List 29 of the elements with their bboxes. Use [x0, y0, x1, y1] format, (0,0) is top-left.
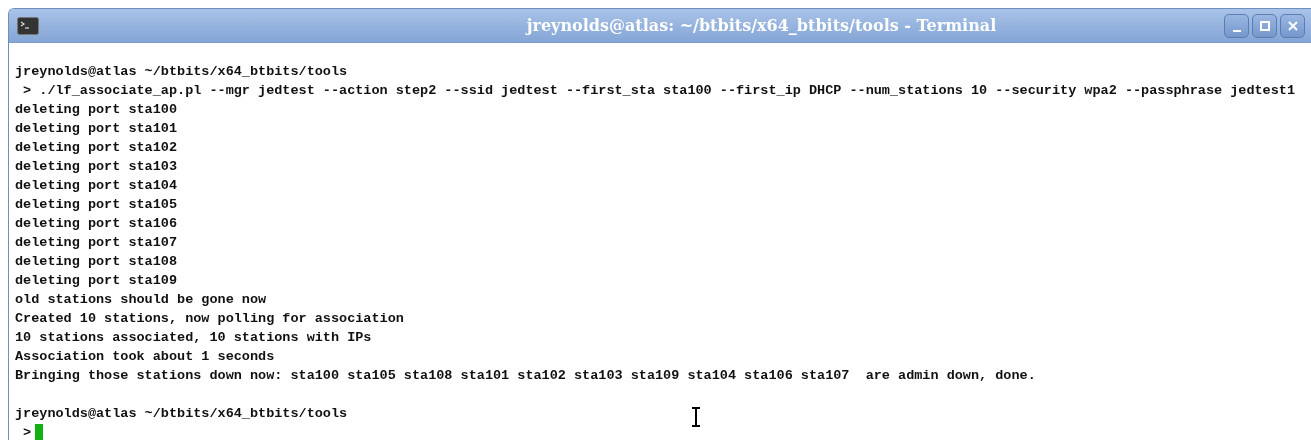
- close-icon: [1286, 19, 1299, 32]
- window-title: jreynolds@atlas: ~/btbits/x64_btbits/tools - Terminal: [524, 16, 998, 35]
- terminal-line: 10 stations associated, 10 stations with IPs: [15, 329, 372, 347]
- ibeam-pointer-icon: [691, 407, 701, 427]
- text-cursor: [35, 424, 44, 440]
- terminal-line: deleting port sta106: [15, 215, 178, 233]
- terminal-line: Bringing those stations down now: sta100 sta105 sta108 sta101 sta102 sta103 sta109 sta104 sta106 sta107 are admin down, done.: [15, 367, 1036, 385]
- terminal-icon: [17, 16, 39, 35]
- terminal-line: > ./lf_associate_ap.pl --mgr jedtest --action step2 --ssid jedtest --first_sta sta100 --first_ip DHCP --num_stations 10 --security wpa2 --passphrase jedtest1: [22, 82, 1295, 100]
- terminal-line: Association took about 1 seconds: [15, 348, 275, 366]
- terminal-line: deleting port sta108: [15, 253, 178, 271]
- terminal-line: deleting port sta103: [15, 158, 178, 176]
- maximize-button[interactable]: [1252, 13, 1277, 38]
- terminal-line: deleting port sta105: [15, 196, 178, 214]
- terminal-line: deleting port sta101: [15, 120, 178, 138]
- terminal-line: old stations should be gone now: [15, 291, 267, 309]
- terminal-line: deleting port sta102: [15, 139, 178, 157]
- terminal-line: deleting port sta107: [15, 234, 178, 252]
- terminal-line: deleting port sta104: [15, 177, 178, 195]
- terminal-line: Created 10 stations, now polling for association: [15, 310, 404, 328]
- maximize-icon: [1258, 19, 1271, 32]
- terminal-line: deleting port sta100: [15, 101, 178, 119]
- terminal-line: jreynolds@atlas ~/btbits/x64_btbits/tools: [15, 63, 348, 81]
- close-button[interactable]: [1280, 13, 1305, 38]
- terminal-line: jreynolds@atlas ~/btbits/x64_btbits/tools: [15, 405, 348, 423]
- terminal-line: deleting port sta109: [15, 272, 178, 290]
- prompt: >: [22, 424, 32, 440]
- minimize-button[interactable]: [1224, 13, 1249, 38]
- minimize-icon: [1232, 29, 1241, 32]
